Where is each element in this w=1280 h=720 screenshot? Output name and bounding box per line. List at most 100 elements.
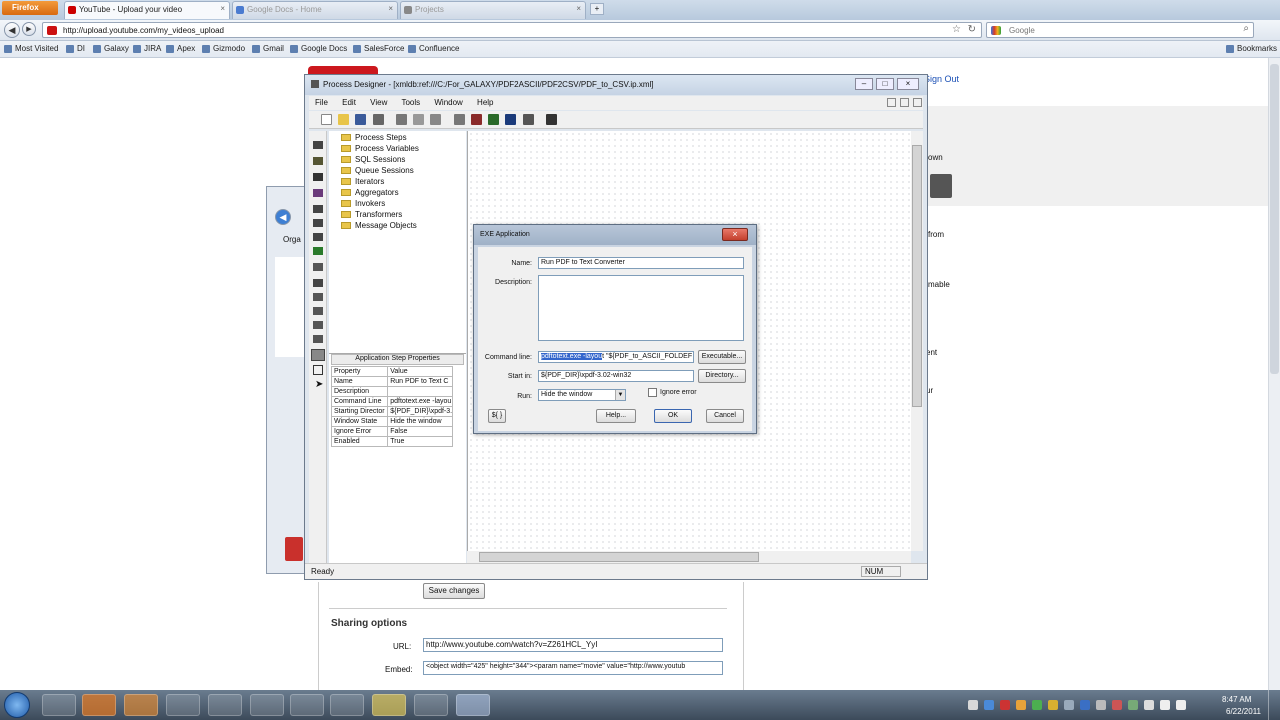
taskbar-app-icon-8[interactable]	[330, 694, 364, 716]
mdi-restore-button[interactable]	[900, 98, 909, 107]
taskbar-folder-icon[interactable]	[372, 694, 406, 716]
variables-button[interactable]: ${ }	[488, 409, 506, 423]
taskbar-outlook-icon[interactable]	[82, 694, 116, 716]
tab-google-docs[interactable]: Google Docs - Home ×	[232, 1, 398, 19]
bookmark-di[interactable]: DI	[66, 44, 85, 53]
palette-icon-2[interactable]	[313, 157, 323, 165]
table-row[interactable]: Ignore Error False	[330, 426, 453, 437]
taskbar-app-icon-7[interactable]	[290, 694, 324, 716]
tree-item-invokers[interactable]: Invokers	[341, 199, 385, 208]
tray-icon[interactable]	[1000, 700, 1010, 710]
minimize-button[interactable]: –	[855, 78, 873, 90]
directory-button[interactable]: Directory...	[698, 369, 746, 383]
tray-icon[interactable]	[1064, 700, 1074, 710]
variables-icon[interactable]	[522, 114, 534, 125]
tray-icon[interactable]	[1128, 700, 1138, 710]
table-row[interactable]: Description	[330, 386, 453, 397]
search-icon[interactable]: ⌕	[1243, 23, 1249, 34]
new-tab-button[interactable]: +	[590, 3, 604, 15]
close-button[interactable]: ×	[897, 78, 919, 90]
palette-icon-4[interactable]	[313, 189, 323, 197]
palette-icon-1[interactable]	[313, 141, 323, 149]
palette-icon-3[interactable]	[313, 173, 323, 181]
help-icon[interactable]	[545, 114, 557, 125]
tab-close-icon[interactable]: ×	[576, 4, 581, 13]
save-changes-button[interactable]: Save changes	[423, 583, 485, 599]
palette-icon-6[interactable]	[313, 219, 323, 227]
taskbar-app-icon-6[interactable]	[250, 694, 284, 716]
tab-projects[interactable]: Projects ×	[400, 1, 586, 19]
show-desktop-button[interactable]	[1268, 690, 1280, 720]
reload-icon[interactable]: ↻	[968, 24, 976, 35]
embed-code-field[interactable]: <object width="425" height="344"><param …	[423, 661, 723, 675]
tray-icon[interactable]	[1096, 700, 1106, 710]
mdi-close-button[interactable]	[913, 98, 922, 107]
menu-help[interactable]: Help	[477, 98, 493, 107]
bookmarks-menu[interactable]: Bookmarks	[1226, 44, 1277, 53]
palette-icon-10[interactable]	[313, 279, 323, 287]
cancel-button[interactable]: Cancel	[706, 409, 744, 423]
tree-item-process-variables[interactable]: Process Variables	[341, 144, 419, 153]
back-button[interactable]: ◀	[4, 22, 20, 38]
taskbar-app-icon-10[interactable]	[414, 694, 448, 716]
tray-icon[interactable]	[1112, 700, 1122, 710]
ignore-error-checkbox[interactable]	[648, 388, 657, 397]
organize-menu[interactable]: Orga	[283, 235, 301, 244]
executable-button[interactable]: Executable...	[698, 350, 746, 364]
table-row[interactable]: Command Line pdftotext.exe -layou	[330, 396, 453, 407]
tree-item-iterators[interactable]: Iterators	[341, 177, 384, 186]
tree-item-aggregators[interactable]: Aggregators	[341, 188, 399, 197]
tray-icon[interactable]	[968, 700, 978, 710]
bookmark-confluence[interactable]: Confluence	[408, 44, 459, 53]
chevron-down-icon[interactable]: ▼	[615, 390, 625, 400]
tray-icon[interactable]	[1080, 700, 1090, 710]
tab-close-icon[interactable]: ×	[220, 4, 225, 13]
table-row[interactable]: Name Run PDF to Text C	[330, 376, 453, 387]
tree-item-message-objects[interactable]: Message Objects	[341, 221, 417, 230]
maximize-button[interactable]: □	[876, 78, 894, 90]
scrollbar-thumb[interactable]	[1270, 64, 1279, 374]
tree-item-sql-sessions[interactable]: SQL Sessions	[341, 155, 405, 164]
network-icon[interactable]	[1160, 700, 1170, 710]
menu-view[interactable]: View	[370, 98, 387, 107]
palette-icon-9[interactable]	[313, 263, 323, 271]
pointer-icon[interactable]: ➤	[315, 379, 323, 390]
save-icon[interactable]	[355, 114, 367, 125]
tab-youtube-upload[interactable]: YouTube - Upload your video ×	[64, 1, 230, 19]
tree-item-transformers[interactable]: Transformers	[341, 210, 402, 219]
tray-icon[interactable]	[1032, 700, 1042, 710]
run-icon[interactable]	[505, 114, 517, 125]
paste-icon[interactable]	[430, 114, 442, 125]
tray-icon[interactable]	[1016, 700, 1026, 710]
menu-tools[interactable]: Tools	[401, 98, 420, 107]
bookmark-gmail[interactable]: Gmail	[252, 44, 284, 53]
bookmark-galaxy[interactable]: Galaxy	[93, 44, 129, 53]
canvas-horizontal-scrollbar[interactable]	[467, 551, 911, 563]
sign-out-link[interactable]: Sign Out	[924, 74, 959, 84]
firefox-menu-button[interactable]: Firefox	[2, 1, 58, 15]
dialog-close-button[interactable]: ×	[722, 228, 748, 241]
share-url-field[interactable]: http://www.youtube.com/watch?v=Z261HCL_Y…	[423, 638, 723, 652]
open-folder-icon[interactable]	[338, 114, 350, 125]
bookmark-star-icon[interactable]: ☆	[952, 24, 961, 35]
name-field[interactable]: Run PDF to Text Converter	[538, 257, 744, 269]
description-textarea[interactable]	[538, 275, 744, 341]
bookmark-google-docs[interactable]: Google Docs	[290, 44, 347, 53]
taskbar-explorer-icon[interactable]	[42, 694, 76, 716]
palette-icon-5[interactable]	[313, 205, 323, 213]
taskbar-firefox-icon[interactable]	[124, 694, 158, 716]
palette-icon-12[interactable]	[313, 307, 323, 315]
scrollbar-thumb[interactable]	[912, 145, 922, 407]
palette-icon-16[interactable]	[313, 365, 323, 375]
forward-button[interactable]: ▶	[22, 22, 36, 36]
palette-icon-7[interactable]	[313, 233, 323, 241]
tray-icon[interactable]	[1144, 700, 1154, 710]
canvas-vertical-scrollbar[interactable]	[911, 131, 923, 551]
bookmark-jira[interactable]: JIRA	[133, 44, 161, 53]
bookmark-salesforce[interactable]: SalesForce	[353, 44, 404, 53]
page-scrollbar[interactable]	[1268, 58, 1280, 690]
table-row[interactable]: Window State Hide the window	[330, 416, 453, 427]
menu-edit[interactable]: Edit	[342, 98, 356, 107]
tray-icon[interactable]	[984, 700, 994, 710]
properties-icon[interactable]	[453, 114, 465, 125]
